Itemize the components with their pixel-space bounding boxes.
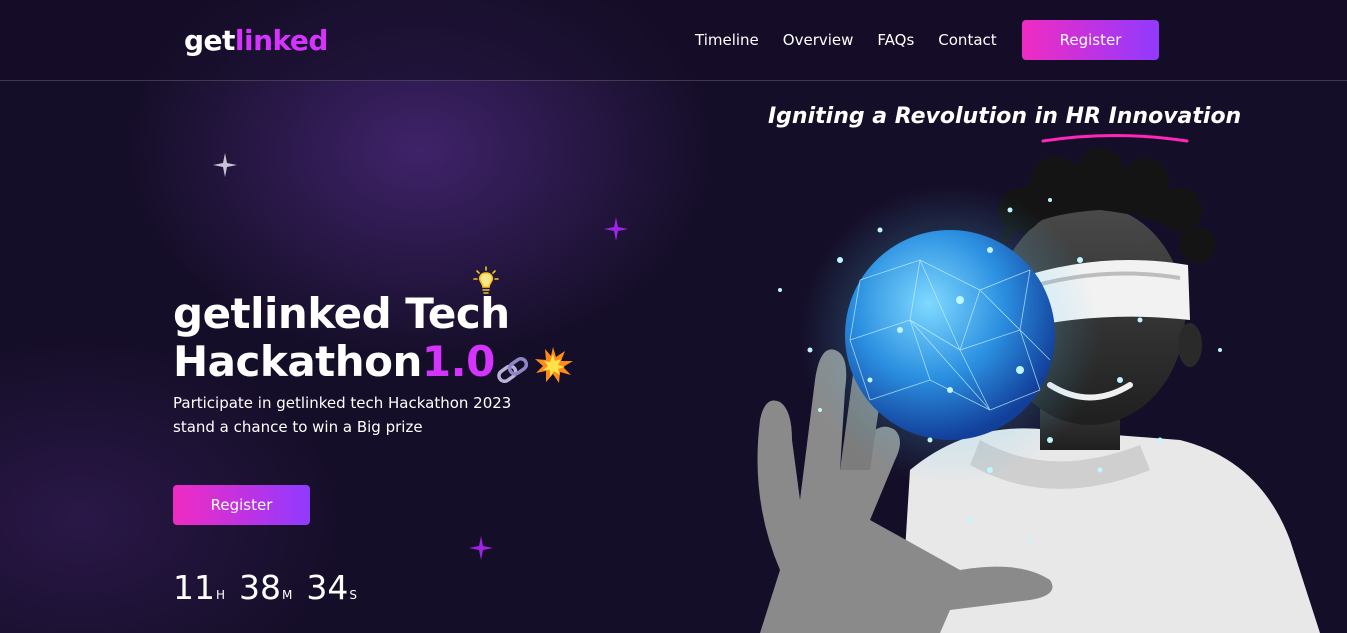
tagline-text: Igniting a Revolution in <box>768 104 1066 129</box>
logo-part-get: get <box>184 24 235 57</box>
main-nav: Timeline Overview FAQs Contact <box>695 31 1021 49</box>
countdown-timer: 11 H 38 M 34 S <box>173 568 371 607</box>
nav-timeline[interactable]: Timeline <box>695 31 759 49</box>
hero-title: getlinked Tech Hackathon1.0 <box>173 290 575 387</box>
countdown-minutes-unit: M <box>282 588 293 602</box>
sparkle-star-icon <box>469 536 493 560</box>
hero-tagline: Igniting a Revolution in HR Innovation <box>768 104 1241 129</box>
nav-overview[interactable]: Overview <box>783 31 854 49</box>
hero-illustration <box>757 148 1320 633</box>
nav-contact[interactable]: Contact <box>938 31 996 49</box>
site-header: getlinked Timeline Overview FAQs Contact… <box>0 0 1347 81</box>
header-register-button[interactable]: Register <box>1022 20 1159 60</box>
countdown-hours: 11 <box>173 568 215 607</box>
explosion-icon <box>534 346 573 383</box>
logo-part-linked: linked <box>234 24 329 57</box>
countdown-seconds-unit: S <box>349 588 358 602</box>
chain-link-icon <box>497 346 573 383</box>
tagline-highlight: HR Innovation <box>1065 104 1242 129</box>
countdown-seconds: 34 <box>306 568 349 607</box>
hero-title-line1: getlinked Tech <box>173 289 510 338</box>
hero-title-line2: Hackathon <box>173 337 422 386</box>
sparkle-star-icon <box>604 217 628 241</box>
hero-register-button[interactable]: Register <box>173 485 310 525</box>
nav-faqs[interactable]: FAQs <box>877 31 914 49</box>
hero-title-line2-wrap: Hackathon1.0 <box>173 338 575 387</box>
sparkle-star-icon <box>213 153 237 177</box>
hero-description: Participate in getlinked tech Hackathon … <box>173 394 512 436</box>
countdown-hours-unit: H <box>216 588 226 602</box>
countdown-minutes: 38 <box>239 568 282 607</box>
logo[interactable]: getlinked <box>184 24 328 57</box>
hero-title-version: 1.0 <box>421 337 495 386</box>
